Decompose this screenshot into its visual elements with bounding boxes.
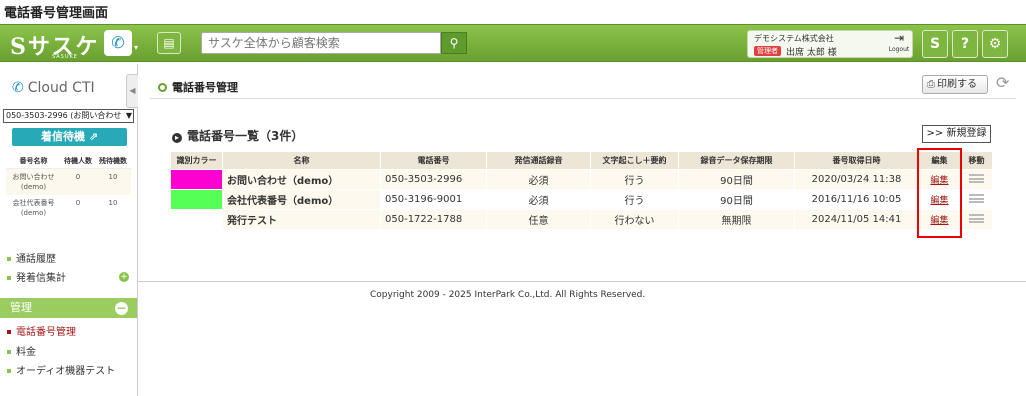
sidebar: ✆ Cloud CTI ◀ 050-3503-2996 (お問い合わせ ▼ 着信待機… bbox=[0, 64, 138, 396]
admin-badge: 管理者 bbox=[754, 46, 781, 56]
col-name: 名称 bbox=[222, 151, 381, 170]
chevron-down-icon[interactable]: ▾ bbox=[134, 43, 138, 52]
help-icon[interactable]: ? bbox=[952, 30, 978, 58]
drag-handle-icon[interactable] bbox=[969, 213, 984, 223]
phone-number-table: 識別カラー 名称 電話番号 発信通話録音 文字起こし＋要約 録音データ保存期限 … bbox=[170, 151, 993, 230]
phone-icon: ✆ bbox=[12, 80, 24, 96]
cloud-cti-title: ✆ Cloud CTI bbox=[12, 80, 95, 96]
main-title: 電話番号管理 bbox=[158, 79, 238, 95]
search-input[interactable] bbox=[201, 32, 441, 54]
col-color: 識別カラー bbox=[170, 151, 223, 170]
copyright: Copyright 2009 - 2025 InterPark Co.,Ltd.… bbox=[370, 290, 646, 300]
chevron-down-icon: ▼ bbox=[125, 111, 132, 120]
header-remaining: 残待機数 bbox=[99, 157, 127, 165]
new-register-button[interactable]: >> 新規登録 bbox=[922, 125, 991, 143]
refresh-icon[interactable]: ⟳ bbox=[996, 73, 1009, 92]
table-row: お問い合わせ(demo) 0 10 bbox=[6, 169, 131, 195]
circle-icon bbox=[158, 83, 167, 92]
col-move: 移動 bbox=[960, 151, 993, 170]
logo-subtext: SASUKE bbox=[52, 54, 78, 60]
table-row: 会社代表番号（demo） 050-3196-9001 必須 行う 90日間 20… bbox=[170, 189, 993, 210]
col-transcribe: 文字起こし＋要約 bbox=[590, 151, 679, 170]
sidebar-item-call-stats[interactable]: 発着信集計 bbox=[7, 269, 66, 284]
collapse-icon[interactable]: − bbox=[115, 302, 128, 315]
table-row: 発行テスト 050-1722-1788 任意 行わない 無期限 2024/11/… bbox=[170, 209, 993, 230]
search-icon: ⚲ bbox=[449, 36, 459, 50]
phone-icon[interactable]: ✆ bbox=[104, 30, 132, 56]
color-swatch bbox=[170, 169, 223, 190]
logout-label: Logout bbox=[888, 46, 910, 53]
table-row: お問い合わせ（demo） 050-3503-2996 必須 行う 90日間 20… bbox=[170, 169, 993, 190]
phone-number-select[interactable]: 050-3503-2996 (お問い合わせ ▼ bbox=[3, 109, 134, 123]
sasuke-home-icon[interactable]: S bbox=[922, 30, 948, 58]
list-title: ▸ 電話番号一覧（3件） bbox=[172, 127, 303, 144]
col-retention: 録音データ保存期限 bbox=[678, 151, 795, 170]
sidebar-collapse-handle[interactable]: ◀ bbox=[126, 74, 138, 108]
wait-status-table: 番号名称 待機人数 残待機数 お問い合わせ(demo) 0 10 会社代表番号(… bbox=[6, 154, 131, 221]
sidebar-item-fees[interactable]: 料金 bbox=[7, 343, 36, 358]
search-button[interactable]: ⚲ bbox=[441, 32, 467, 54]
col-acquired: 番号取得日時 bbox=[794, 151, 919, 170]
header-number-name: 番号名称 bbox=[19, 157, 48, 165]
print-button[interactable]: ⎙ 印刷する bbox=[922, 75, 988, 94]
page-title: 電話番号管理画面 bbox=[4, 6, 109, 21]
arrow-right-icon: ▸ bbox=[172, 133, 182, 143]
col-tel: 電話番号 bbox=[380, 151, 487, 170]
color-swatch bbox=[170, 209, 223, 230]
printer-icon: ⎙ bbox=[927, 79, 935, 90]
user-name: 出席 太郎 様 bbox=[786, 48, 837, 58]
drag-handle-icon[interactable] bbox=[969, 193, 984, 203]
gear-icon[interactable]: ⚙ bbox=[982, 30, 1008, 58]
sidebar-item-audio-test[interactable]: オーディオ機器テスト bbox=[7, 362, 115, 377]
logout-button[interactable]: ⇥ Logout bbox=[886, 30, 912, 58]
divider bbox=[150, 98, 1016, 99]
company-name: デモシステム株式会社 bbox=[754, 34, 834, 43]
sidebar-item-call-history[interactable]: 通話履歴 bbox=[7, 250, 56, 265]
wait-button[interactable]: 着信待機 ⇗ bbox=[12, 128, 127, 146]
external-link-icon: ⇗ bbox=[88, 130, 99, 143]
footer-divider bbox=[138, 281, 1026, 282]
table-row: 会社代表番号(demo) 0 10 bbox=[6, 195, 131, 221]
col-record: 発信通話録音 bbox=[486, 151, 591, 170]
drag-handle-icon[interactable] bbox=[969, 173, 984, 183]
chat-icon[interactable]: ▤ bbox=[157, 32, 181, 54]
sidebar-item-phone-management[interactable]: 電話番号管理 bbox=[7, 323, 76, 338]
edit-column-highlight bbox=[917, 148, 962, 238]
color-swatch bbox=[170, 189, 223, 210]
expand-icon[interactable]: + bbox=[119, 272, 129, 282]
header-wait-count: 待機人数 bbox=[64, 157, 92, 165]
logout-icon: ⇥ bbox=[893, 31, 905, 45]
top-bar: Sサスケ SASUKE ✆ ▾ ▤ ⚲ デモシステム株式会社 管理者 出席 太郎… bbox=[0, 24, 1026, 62]
